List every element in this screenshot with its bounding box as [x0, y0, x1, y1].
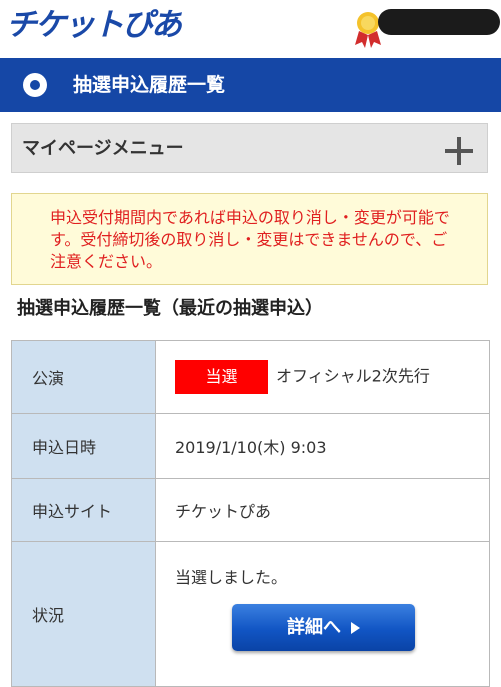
- table-row: 申込サイト チケットぴあ: [11, 478, 490, 542]
- row-key: 公演: [11, 340, 156, 414]
- table-row: 公演 当選 オフィシャル2次先行: [11, 340, 490, 414]
- page-title-bar: 抽選申込履歴一覧: [0, 58, 501, 112]
- mypage-menu-toggle[interactable]: マイページメニュー: [11, 123, 488, 173]
- application-site: チケットぴあ: [155, 478, 490, 542]
- lottery-history-table: 公演 当選 オフィシャル2次先行 申込日時 2019/1/10(木) 9:03 申…: [11, 340, 490, 687]
- site-header: チケットぴあ: [0, 0, 501, 58]
- username-redacted[interactable]: [378, 9, 500, 35]
- row-value: 当選 オフィシャル2次先行: [155, 340, 490, 414]
- site-logo[interactable]: チケットぴあ: [6, 6, 182, 44]
- details-button-label: 詳細へ: [287, 617, 341, 638]
- page-title: 抽選申込履歴一覧: [73, 74, 226, 96]
- row-key: 申込日時: [11, 413, 156, 479]
- bullet-circle-icon: [23, 73, 47, 97]
- win-status-badge: 当選: [175, 360, 268, 394]
- plus-icon[interactable]: [445, 137, 473, 165]
- table-row: 状況 当選しました。 詳細へ: [11, 541, 490, 687]
- play-arrow-icon: [351, 622, 360, 634]
- table-row: 申込日時 2019/1/10(木) 9:03: [11, 413, 490, 479]
- details-button[interactable]: 詳細へ: [232, 604, 415, 651]
- notice-text: 申込受付期間内であれば申込の取り消し・変更が可能です。受付締切後の取り消し・変更…: [50, 208, 450, 271]
- mypage-menu-label: マイページメニュー: [22, 138, 184, 159]
- row-key: 申込サイト: [11, 478, 156, 542]
- row-key: 状況: [11, 541, 156, 687]
- performance-name: オフィシャル2次先行: [276, 366, 430, 386]
- status-text: 当選しました。: [175, 568, 288, 587]
- application-datetime: 2019/1/10(木) 9:03: [155, 413, 490, 479]
- notice-box: 申込受付期間内であれば申込の取り消し・変更が可能です。受付締切後の取り消し・変更…: [11, 193, 488, 285]
- section-title: 抽選申込履歴一覧（最近の抽選申込）: [17, 298, 323, 319]
- row-value: 当選しました。 詳細へ: [155, 541, 490, 687]
